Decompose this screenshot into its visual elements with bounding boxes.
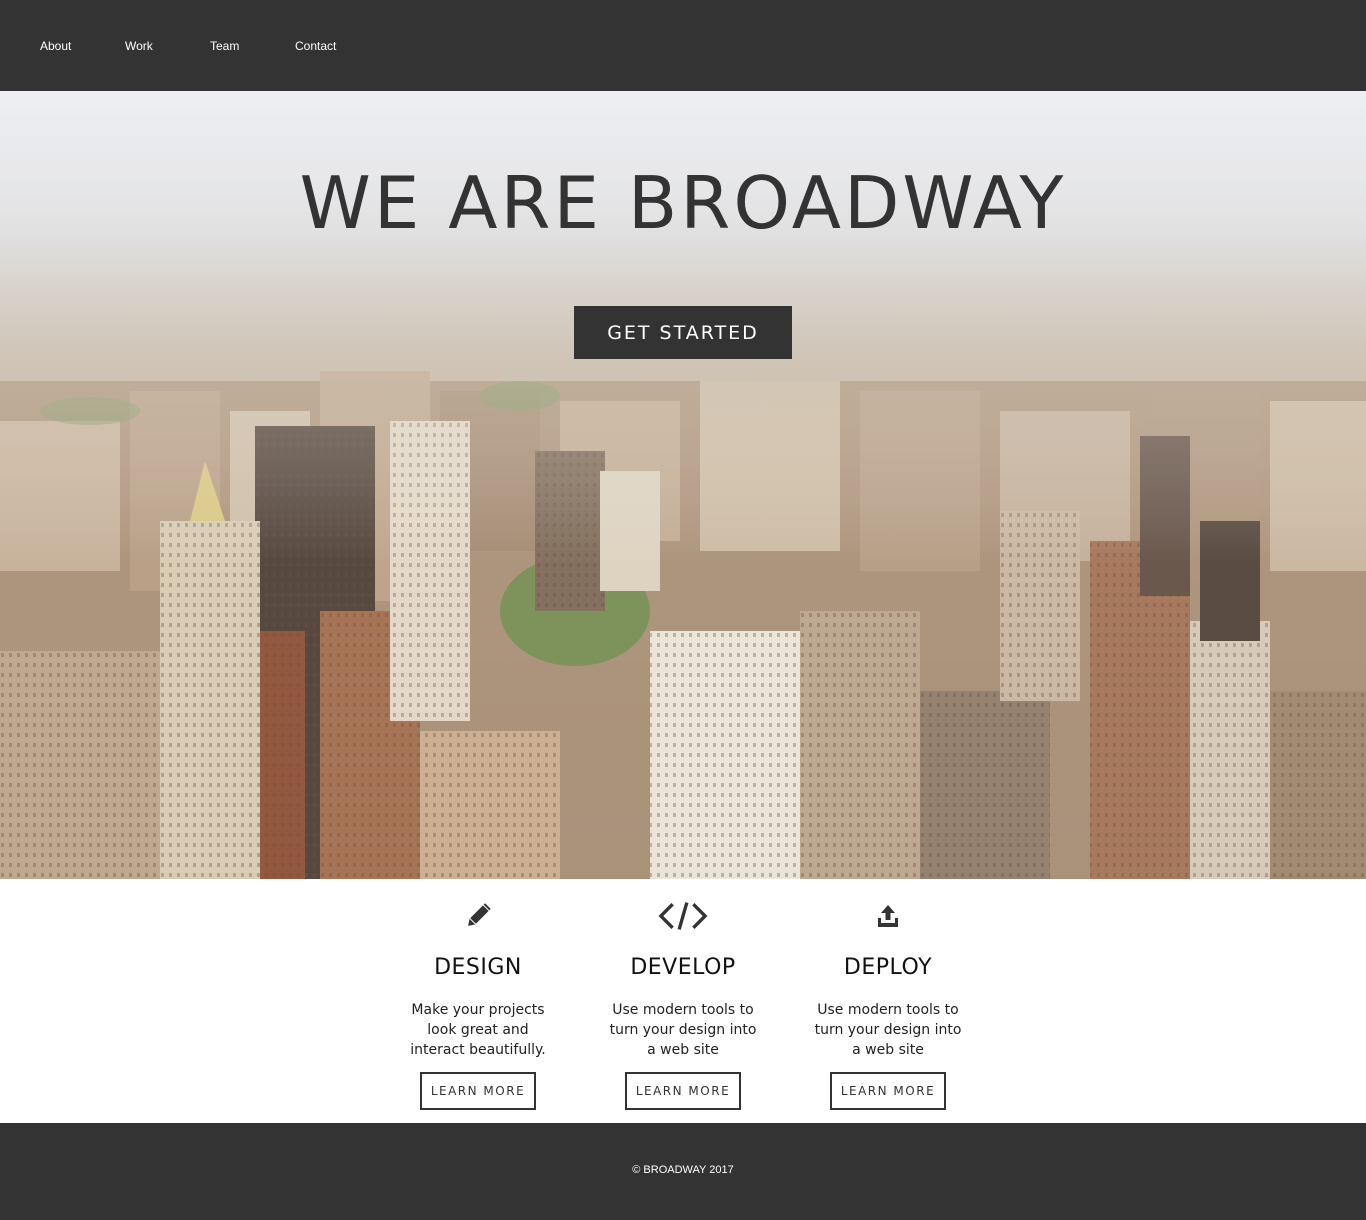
feature-description: Use modern tools to turn your design int…	[609, 1002, 757, 1058]
feature-description: Make your projects look great and intera…	[410, 1002, 546, 1058]
feature-title: DEVELOP	[630, 955, 736, 980]
learn-more-button[interactable]: LEARN MORE	[625, 1072, 741, 1110]
feature-description: Use modern tools to turn your design int…	[814, 1002, 962, 1058]
upload-icon	[863, 899, 913, 933]
hero-section: WE ARE BROADWAY GET STARTED	[0, 91, 1366, 879]
features-section: DESIGN Make your projects look great and…	[0, 879, 1366, 1123]
nav-link-team[interactable]: Team	[210, 39, 239, 53]
code-icon	[658, 899, 708, 933]
nav-link-work[interactable]: Work	[125, 39, 153, 53]
learn-more-button[interactable]: LEARN MORE	[830, 1072, 946, 1110]
hero-title: WE ARE BROADWAY	[299, 161, 1067, 245]
nav-link-about[interactable]: About	[40, 39, 71, 53]
get-started-button[interactable]: GET STARTED	[574, 306, 792, 359]
top-navigation: About Work Team Contact	[0, 0, 1366, 91]
feature-design: DESIGN Make your projects look great and…	[393, 879, 563, 1123]
feature-title: DESIGN	[434, 955, 522, 980]
nav-link-contact[interactable]: Contact	[295, 39, 336, 53]
copyright-text: © BROADWAY 2017	[632, 1164, 734, 1176]
learn-more-button[interactable]: LEARN MORE	[420, 1072, 536, 1110]
feature-develop: DEVELOP Use modern tools to turn your de…	[598, 879, 768, 1123]
feature-title: DEPLOY	[843, 955, 933, 980]
feature-deploy: DEPLOY Use modern tools to turn your des…	[803, 879, 973, 1123]
pencil-icon	[453, 899, 503, 933]
footer: © BROADWAY 2017	[0, 1123, 1366, 1220]
